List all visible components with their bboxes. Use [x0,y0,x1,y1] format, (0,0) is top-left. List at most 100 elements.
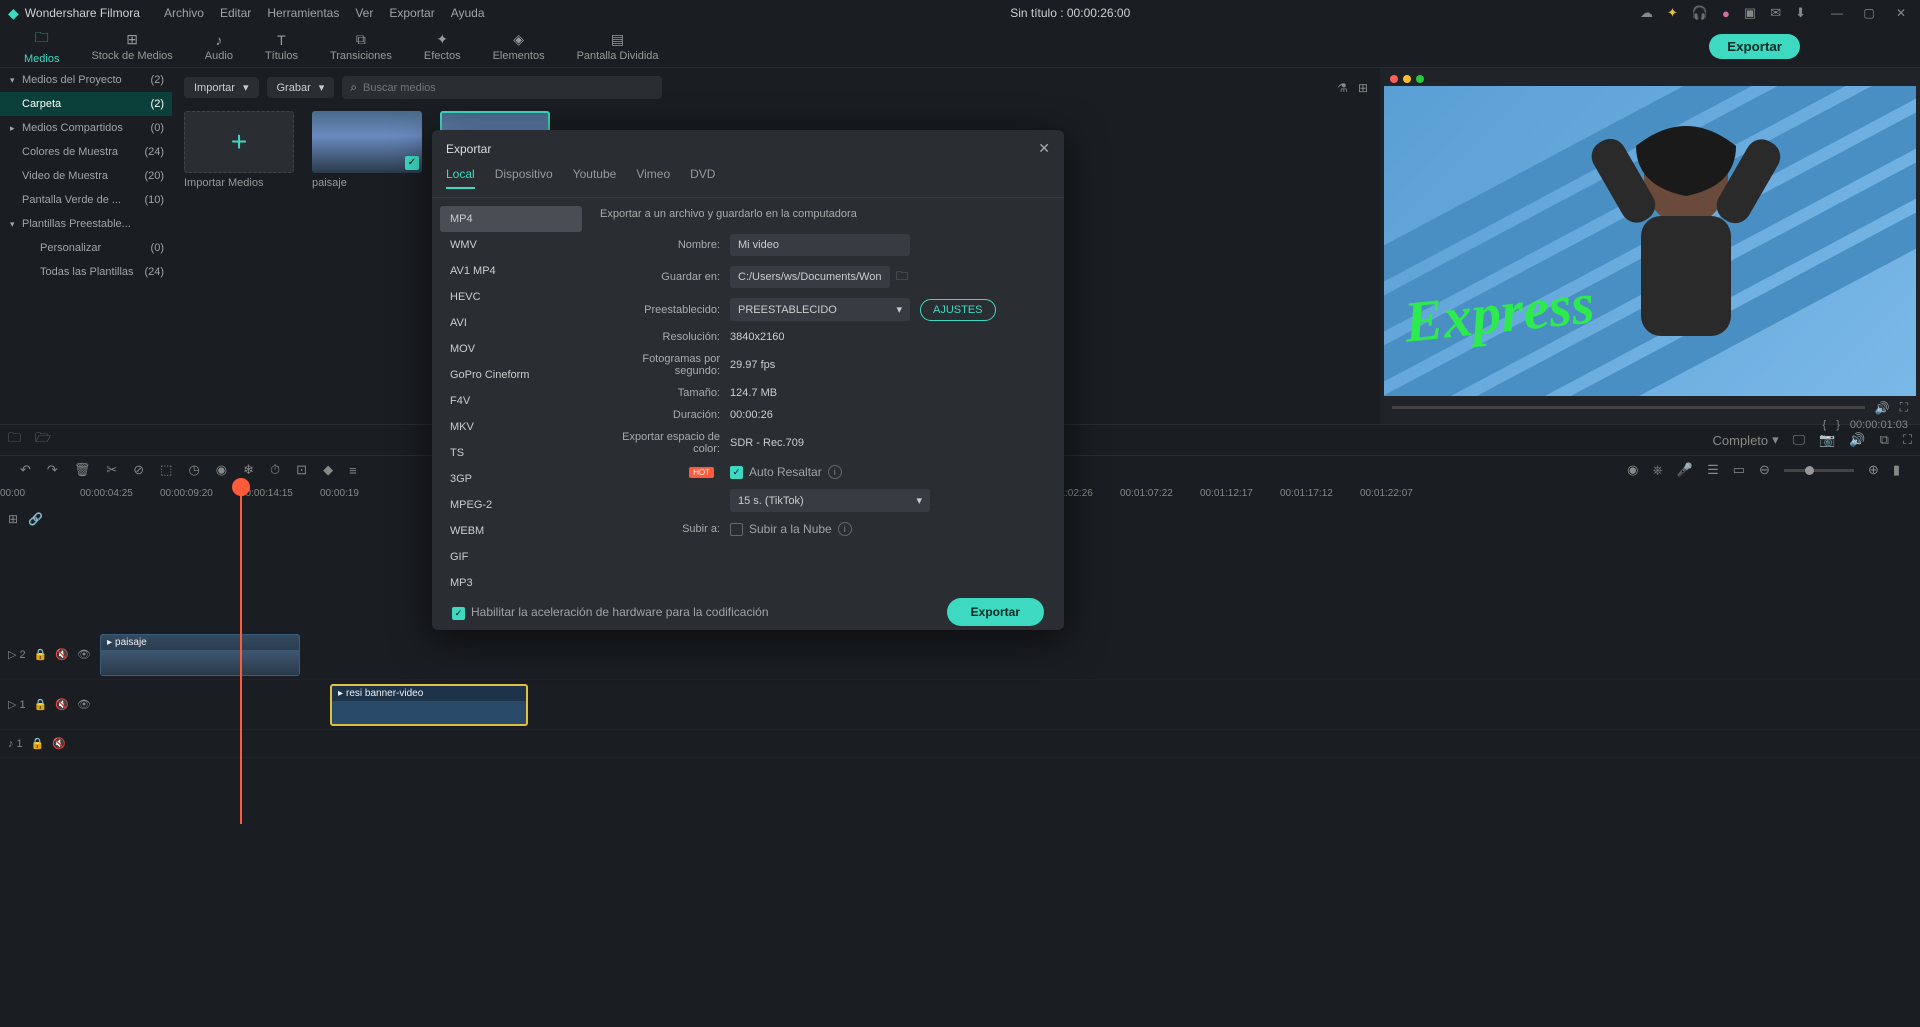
visible-icon[interactable]: 👁 [77,648,91,661]
info-icon[interactable]: i [838,522,852,536]
crop-icon[interactable]: ⬚ [160,462,172,478]
sidebar-item-0[interactable]: ▾Medios del Proyecto(2) [0,68,172,92]
tiktok-select[interactable]: 15 s. (TikTok)▾ [730,489,930,512]
support-icon[interactable]: 🎧 [1692,5,1708,21]
menu-editar[interactable]: Editar [220,6,251,20]
format-f4v[interactable]: F4V [440,388,582,414]
tab-elementos[interactable]: ◈Elementos [477,27,561,66]
sidebar-item-1[interactable]: Carpeta(2) [0,92,172,116]
format-webm[interactable]: WEBM [440,518,582,544]
expand-icon[interactable]: ⛶ [1903,432,1912,448]
fullscreen-icon[interactable]: ⛶ [1900,400,1908,415]
snapshot-icon[interactable]: 📷 [1819,432,1835,448]
sidebar-item-6[interactable]: ▾Plantillas Preestable... [0,212,172,236]
list-icon[interactable]: ☰ [1707,462,1719,478]
minimize-button[interactable]: — [1826,6,1848,20]
freeze-icon[interactable]: ❄ [243,462,254,478]
video-track-2[interactable]: ▷ 2🔒🔇👁 ▸paisaje [0,630,1920,680]
menu-archivo[interactable]: Archivo [164,6,204,20]
export-final-button[interactable]: Exportar [947,598,1044,626]
adjust-icon[interactable]: ≡ [349,463,357,478]
zoom-out-icon[interactable]: ⊖ [1759,462,1770,478]
export-range-icon[interactable]: ▭ [1733,462,1745,478]
name-input[interactable] [730,234,910,256]
voiceover-icon[interactable]: 🎤 [1677,462,1693,478]
sidebar-item-8[interactable]: Todas las Plantillas(24) [0,260,172,284]
export-tab-dvd[interactable]: DVD [690,167,715,189]
volume-icon[interactable]: 🔊 [1875,401,1890,415]
format-mkv[interactable]: MKV [440,414,582,440]
export-button[interactable]: Exportar [1709,34,1800,59]
browse-folder-icon[interactable]: 🗀 [896,267,908,288]
sidebar-item-4[interactable]: Video de Muestra(20) [0,164,172,188]
tab-efectos[interactable]: ✦Efectos [408,27,477,66]
modal-close-button[interactable]: ✕ [1038,140,1050,157]
zoom-in-icon[interactable]: ⊕ [1868,462,1879,478]
tab-stock[interactable]: ⊞Stock de Medios [75,27,188,66]
clip-banner[interactable]: ▸resi banner-video [330,684,528,726]
lock-icon[interactable]: 🔒 [34,698,48,711]
sidebar-item-7[interactable]: Personalizar(0) [0,236,172,260]
bracket-in-icon[interactable]: { [1823,419,1827,431]
format-mov[interactable]: MOV [440,336,582,362]
maximize-button[interactable]: ▢ [1858,6,1880,20]
search-media[interactable]: ⌕ [342,76,662,99]
lock-icon[interactable]: 🔒 [31,737,45,750]
marker-icon[interactable]: ⎈ [1652,462,1662,478]
search-input[interactable] [363,82,654,94]
save-path-input[interactable] [730,266,890,288]
audio-icon[interactable]: 🔊 [1849,432,1865,448]
menu-herramientas[interactable]: Herramientas [267,6,339,20]
export-tab-vimeo[interactable]: Vimeo [636,167,670,189]
tab-transiciones[interactable]: ⧉Transiciones [314,27,408,66]
media-item-1[interactable]: ✓paisaje [312,111,422,189]
new-folder-icon[interactable]: 🗀 [8,429,21,451]
duration-icon[interactable]: ⏱ [270,462,280,478]
monitor-icon[interactable]: 🖵 [1793,432,1806,448]
link-icon[interactable]: 🔗 [28,512,43,526]
tab-audio[interactable]: ♪Audio [189,28,249,66]
copy-icon[interactable]: ⧉ [1880,432,1889,448]
mute-icon[interactable]: 🔇 [55,648,69,661]
denied-icon[interactable]: ⊘ [133,462,144,478]
tab-medios[interactable]: 🗀Medios [8,23,75,71]
open-folder-icon[interactable]: 🗁 [35,429,51,451]
format-gif[interactable]: GIF [440,544,582,570]
audio-track-1[interactable]: ♪ 1🔒🔇 [0,730,1920,758]
track-add-icon[interactable]: ⊞ [8,512,18,526]
avatar-icon[interactable]: ● [1722,6,1730,21]
menu-ver[interactable]: Ver [355,6,373,20]
export-tab-dispositivo[interactable]: Dispositivo [495,167,553,189]
auto-highlight-checkbox[interactable]: ✓ [730,466,743,479]
cloud-icon[interactable]: ☁ [1640,5,1653,21]
format-hevc[interactable]: HEVC [440,284,582,310]
playhead[interactable] [240,484,242,824]
save-icon[interactable]: ▣ [1744,5,1756,21]
tips-icon[interactable]: ✦ [1667,5,1678,21]
keyframe-icon[interactable]: ◆ [323,462,333,478]
video-track-1[interactable]: ▷ 1🔒🔇👁 ▸resi banner-video [0,680,1920,730]
upload-cloud-checkbox[interactable] [730,523,743,536]
color-icon[interactable]: ◉ [216,462,227,478]
redo-icon[interactable]: ↷ [47,462,58,478]
lock-icon[interactable]: 🔒 [34,648,48,661]
mixer-icon[interactable]: ◉ [1627,462,1638,478]
format-avi[interactable]: AVI [440,310,582,336]
undo-icon[interactable]: ↶ [20,462,31,478]
fit-icon[interactable]: ⊡ [296,462,307,478]
mute-icon[interactable]: 🔇 [52,737,66,750]
delete-icon[interactable]: 🗑 [74,462,91,478]
mute-icon[interactable]: 🔇 [55,698,69,711]
quality-dropdown[interactable]: Completo ▾ [1713,432,1779,448]
format-gopro-cineform[interactable]: GoPro Cineform [440,362,582,388]
grid-icon[interactable]: ⊞ [1358,81,1368,95]
menu-ayuda[interactable]: Ayuda [451,6,485,20]
zoom-slider[interactable] [1784,469,1854,472]
menu-exportar[interactable]: Exportar [389,6,434,20]
format-mpeg-2[interactable]: MPEG-2 [440,492,582,518]
format-ts[interactable]: TS [440,440,582,466]
ajustes-button[interactable]: AJUSTES [920,299,996,321]
format-av1-mp4[interactable]: AV1 MP4 [440,258,582,284]
zoom-fit-icon[interactable]: ▮ [1893,462,1900,478]
sidebar-item-5[interactable]: Pantalla Verde de ...(10) [0,188,172,212]
